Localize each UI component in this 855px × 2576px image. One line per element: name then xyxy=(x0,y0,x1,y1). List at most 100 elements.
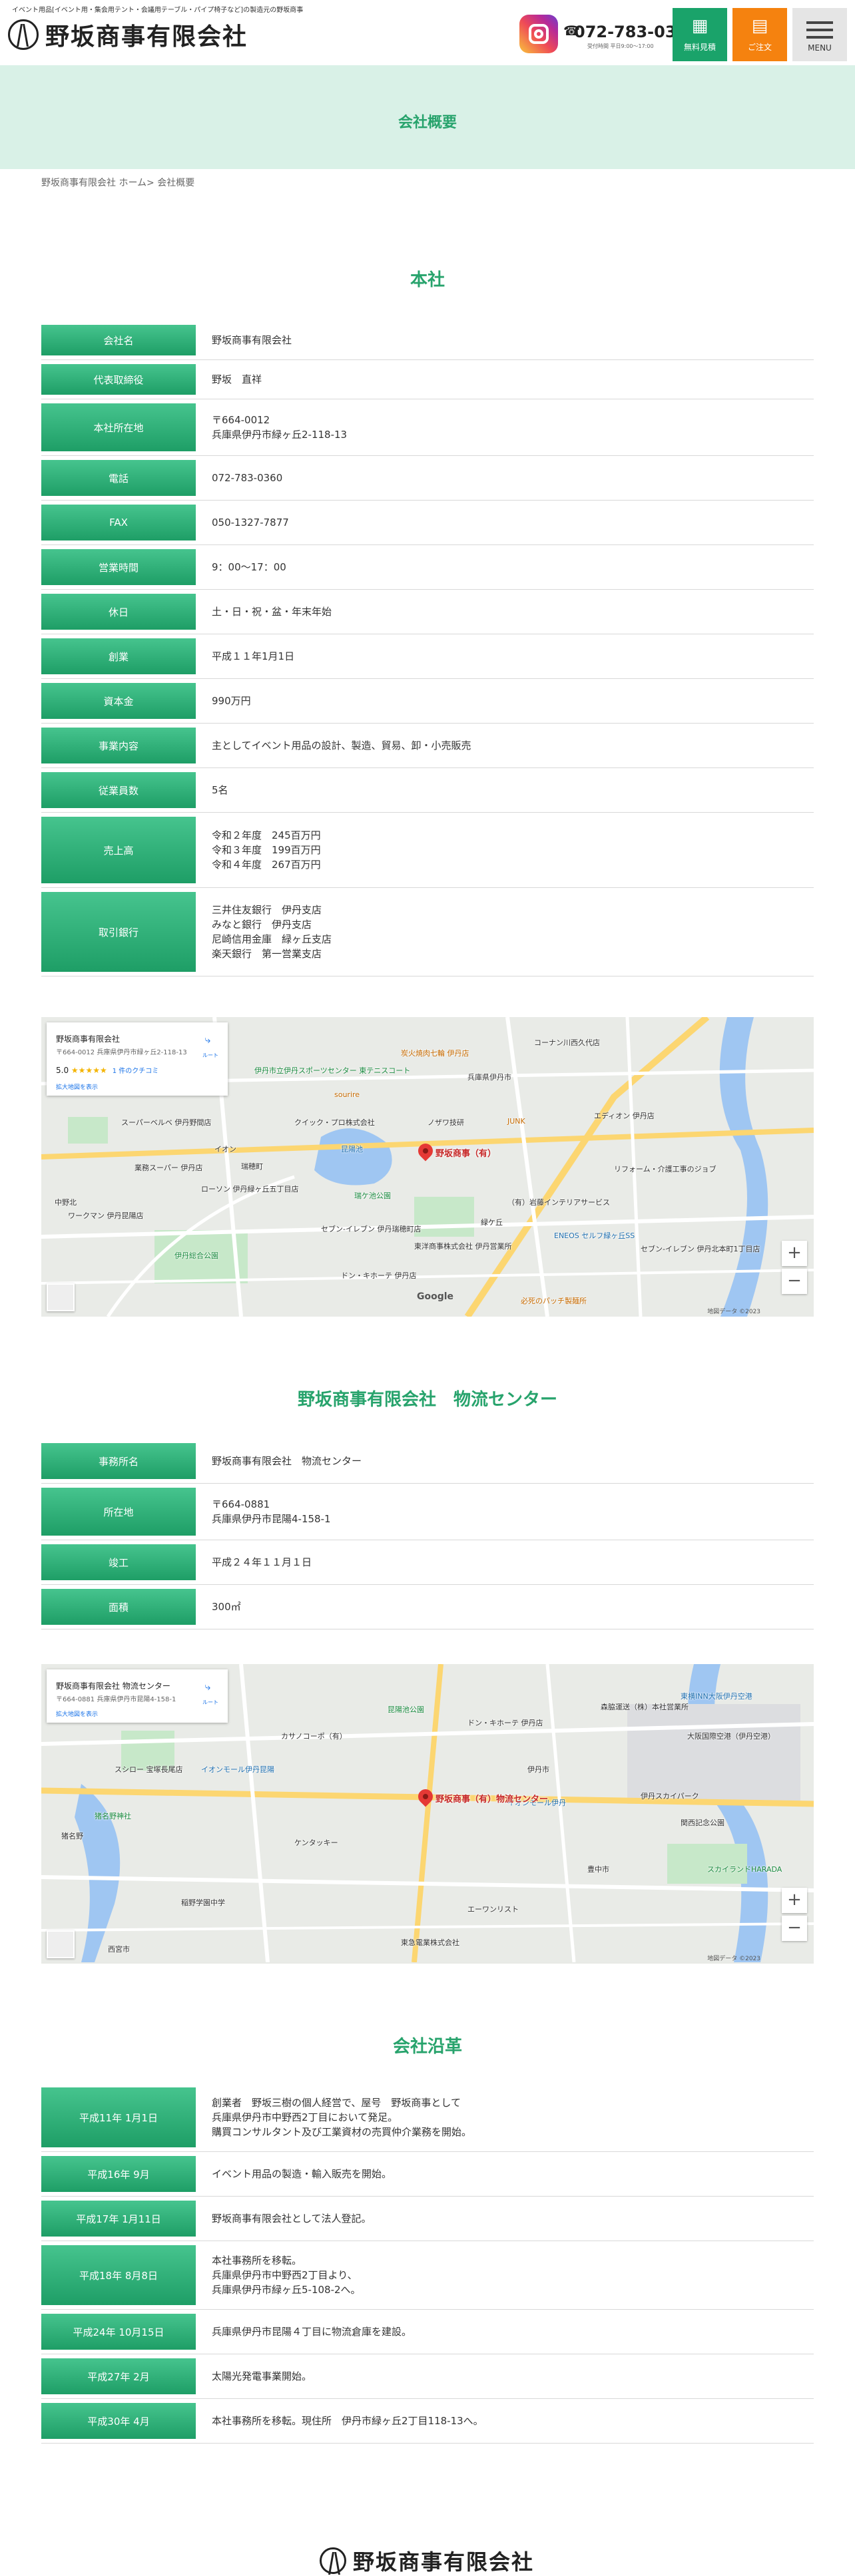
map-label: 昆陽池 xyxy=(341,1145,363,1154)
map-label: 猪名野 xyxy=(61,1832,83,1840)
row-label: 本社所在地 xyxy=(41,403,196,451)
row-label: 所在地 xyxy=(41,1488,196,1536)
map-label: 伊丹スカイパーク xyxy=(641,1792,699,1801)
map-label: （有）岩藤インテリアサービス xyxy=(507,1198,610,1207)
row-label: 事業内容 xyxy=(41,728,196,763)
site-logo[interactable]: 野坂商事有限会社 xyxy=(8,17,248,52)
menu-label: MENU xyxy=(808,43,832,53)
row-label: 取引銀行 xyxy=(41,892,196,972)
map-label: 稲野学園中学 xyxy=(181,1898,225,1907)
map-label: 中野北 xyxy=(55,1198,77,1207)
phone-hours: 受付時間 平日9:00〜17:00 xyxy=(587,43,654,49)
directions-label[interactable]: ルート xyxy=(202,1052,218,1059)
map-layer-toggle[interactable] xyxy=(47,1283,75,1311)
header-phone[interactable]: ☎ 072-783-0360 受付時間 平日9:00〜17:00 xyxy=(563,20,699,53)
zoom-out-button[interactable]: − xyxy=(782,1269,807,1294)
table-row: 平成16年 9月 イベント用品の製造・輸入販売を開始。 xyxy=(41,2152,814,2197)
row-label: 竣工 xyxy=(41,1544,196,1580)
footer-logo-text: 野坂商事有限会社 xyxy=(353,2549,535,2575)
history-title: 会社沿革 xyxy=(392,2037,462,2057)
row-value: 9：00〜17：00 xyxy=(212,561,286,573)
map-label: カサノコーポ（有） xyxy=(281,1732,347,1741)
row-label: 会社名 xyxy=(41,325,196,355)
map-label: 昆陽池公園 xyxy=(388,1705,424,1714)
table-row: 資本金 990万円 xyxy=(41,679,814,724)
google-logo: Google xyxy=(417,1291,454,1302)
cart-icon: ▤ xyxy=(751,16,768,36)
row-label: 売上高 xyxy=(41,817,196,883)
breadcrumb-separator: > xyxy=(146,178,154,188)
estimate-button[interactable]: ▦ 無料見積 xyxy=(673,8,727,61)
order-button[interactable]: ▤ ご注文 xyxy=(732,8,787,61)
map-label: 瑞穂町 xyxy=(241,1162,263,1171)
row-label: FAX xyxy=(41,505,196,540)
table-row: 従業員数 5名 xyxy=(41,768,814,813)
map-label: 伊丹市立伊丹スポーツセンター 東テニスコート xyxy=(254,1066,411,1075)
estimate-label: 無料見積 xyxy=(683,43,716,52)
directions-icon[interactable]: ⤷ xyxy=(200,1033,216,1046)
map-label: 必死のパッチ製麺所 xyxy=(521,1297,587,1305)
reviews-link[interactable]: 1 件のクチコミ xyxy=(113,1068,159,1075)
map-label: 関西記念公園 xyxy=(681,1819,724,1827)
larger-map-link[interactable]: 拡大地図を表示 xyxy=(56,1082,98,1091)
map-layer-toggle[interactable] xyxy=(47,1930,75,1958)
map-label: イオン xyxy=(214,1145,236,1154)
table-row: 本社所在地 〒664-0012 兵庫県伊丹市緑ヶ丘2-118-13 xyxy=(41,399,814,456)
map-card-address: 〒664-0012 兵庫県伊丹市緑ヶ丘2-118-13 xyxy=(56,1049,187,1056)
breadcrumb: 野坂商事有限会社 ホーム> 会社概要 xyxy=(41,176,194,189)
row-label: 創業 xyxy=(41,638,196,674)
map-label: セブン-イレブン 伊丹北本町1丁目店 xyxy=(641,1245,760,1253)
head-office-map[interactable]: コーナン川西久代店 炭火焼肉七輪 伊丹店 伊丹市立伊丹スポーツセンター 東テニス… xyxy=(41,1017,814,1317)
history-table: 平成11年 1月1日 創業者 野坂三樹の個人経営で、屋号 野坂商事として 兵庫県伊… xyxy=(41,2083,814,2444)
breadcrumb-home-link[interactable]: 野坂商事有限会社 ホーム xyxy=(41,178,146,188)
map-label: ローソン 伊丹緑ヶ丘五丁目店 xyxy=(201,1185,299,1193)
table-row: 会社名 野坂商事有限会社 xyxy=(41,321,814,360)
row-value: 072-783-0360 xyxy=(212,472,283,484)
zoom-out-button[interactable]: − xyxy=(782,1916,807,1941)
head-office-title: 本社 xyxy=(410,270,445,290)
map-label: 西宮市 xyxy=(108,1945,130,1954)
menu-button[interactable]: MENU xyxy=(792,8,847,61)
map-label: sourire xyxy=(334,1090,360,1099)
table-row: 売上高 令和２年度 245百万円 令和３年度 199百万円 令和４年度 267百万… xyxy=(41,813,814,888)
row-value: 〒664-0881 兵庫県伊丹市昆陽4-158-1 xyxy=(212,1498,331,1525)
map-label: 豊中市 xyxy=(587,1865,609,1874)
table-row: 創業 平成１１年1月1日 xyxy=(41,634,814,679)
row-label: 従業員数 xyxy=(41,772,196,808)
map-card-rating: 5.0 ★★★★★ 1 件のクチコミ xyxy=(56,1065,158,1075)
site-header: イベント用品[イベント用・集会用テント・会議用テーブル・パイプ椅子など]の製造元… xyxy=(0,0,855,65)
map-label: 森脇運送（株）本社営業所 xyxy=(601,1703,689,1711)
footer-logo[interactable]: 野坂商事有限会社 xyxy=(320,2545,534,2576)
map-label: スカイランドHARADA xyxy=(707,1865,782,1874)
logo-mark-icon xyxy=(320,2547,346,2574)
header-tagline: イベント用品[イベント用・集会用テント・会議用テーブル・パイプ椅子など]の製造元… xyxy=(12,7,304,14)
zoom-in-button[interactable]: + xyxy=(782,1888,807,1913)
row-label: 代表取締役 xyxy=(41,364,196,395)
map-label: イオンモール伊丹昆陽 xyxy=(201,1765,274,1774)
map-label: 猪名野神社 xyxy=(95,1812,131,1821)
row-value: 野坂商事有限会社として法人登記。 xyxy=(212,2213,372,2225)
calculator-icon: ▦ xyxy=(691,16,709,36)
row-value: 三井住友銀行 伊丹支店 みなと銀行 伊丹支店 尼崎信用金庫 緑ヶ丘支店 楽天銀行… xyxy=(212,904,332,960)
logo-mark-icon xyxy=(8,19,39,50)
instagram-icon[interactable] xyxy=(519,15,558,53)
map-label: 業務スーパー 伊丹店 xyxy=(135,1164,203,1172)
table-row: FAX 050-1327-7877 xyxy=(41,501,814,545)
map-label: ケンタッキー xyxy=(294,1838,338,1847)
star-icon: ★★★★★ xyxy=(71,1066,107,1075)
larger-map-link[interactable]: 拡大地図を表示 xyxy=(56,1709,98,1718)
directions-icon[interactable]: ⤷ xyxy=(200,1680,216,1693)
pin-label: 野坂商事（有） xyxy=(435,1149,497,1159)
table-row: 事務所名 野坂商事有限会社 物流センター xyxy=(41,1439,814,1484)
zoom-in-button[interactable]: + xyxy=(782,1241,807,1266)
logistics-map[interactable]: 東横INN大阪伊丹空港 森脇運送（株）本社営業所 大阪国際空港（伊丹空港） 昆陽… xyxy=(41,1664,814,1964)
page-title: 会社概要 xyxy=(398,114,457,131)
row-label: 平成27年 2月 xyxy=(41,2358,196,2394)
map-label: 伊丹市 xyxy=(527,1765,549,1774)
row-label: 休日 xyxy=(41,594,196,630)
directions-label[interactable]: ルート xyxy=(202,1699,218,1706)
map-label: ノザワ技研 xyxy=(428,1118,464,1127)
row-label: 平成16年 9月 xyxy=(41,2156,196,2192)
row-value: 野坂商事有限会社 物流センター xyxy=(212,1455,362,1467)
map-copyright: 地図データ ©2023 xyxy=(707,1956,760,1962)
